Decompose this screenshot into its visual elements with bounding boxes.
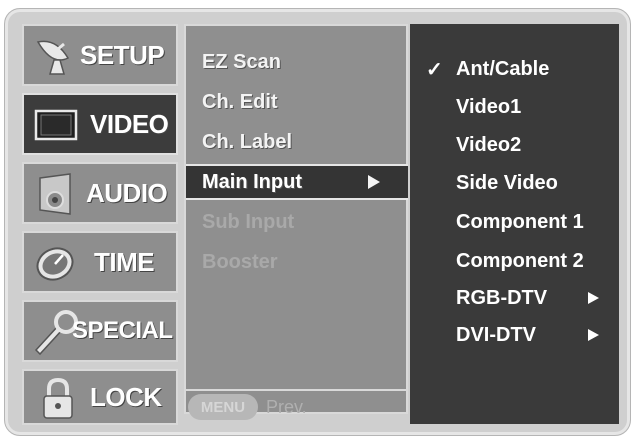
option-label: RGB-DTV: [456, 286, 548, 309]
checkmark-icon: ✓: [426, 58, 443, 81]
submenu-footer: MENU Prev.: [184, 389, 408, 423]
category-label: AUDIO: [86, 177, 168, 208]
submenu-divider: [186, 198, 408, 200]
category-label: SPECIAL: [72, 317, 173, 344]
category-time[interactable]: TIME: [22, 231, 178, 293]
category-audio[interactable]: AUDIO: [22, 162, 178, 224]
padlock-icon: [40, 377, 76, 426]
submenu-item-sub-input[interactable]: Sub Input: [186, 206, 406, 238]
satellite-dish-icon: [34, 36, 78, 81]
option-ant-cable[interactable]: ✓ Ant/Cable: [410, 51, 619, 87]
category-label: LOCK: [90, 381, 162, 412]
wrench-icon: [30, 310, 78, 361]
option-label: Video1: [456, 95, 522, 118]
submenu-item-booster[interactable]: Booster: [186, 246, 406, 278]
option-component-2[interactable]: Component 2: [410, 243, 619, 279]
arrow-right-icon: [588, 329, 599, 341]
option-dvi-dtv[interactable]: DVI-DTV: [410, 317, 619, 353]
option-video1[interactable]: Video1: [410, 89, 619, 125]
category-label: TIME: [94, 246, 155, 277]
category-label: SETUP: [80, 39, 165, 70]
category-lock[interactable]: LOCK: [22, 369, 178, 425]
screen-icon: [34, 109, 78, 146]
category-video[interactable]: VIDEO: [22, 93, 178, 155]
submenu-item-ch-label[interactable]: Ch. Label: [186, 126, 406, 158]
option-label: Component 1: [456, 210, 584, 233]
option-label: DVI-DTV: [456, 323, 536, 346]
option-side-video[interactable]: Side Video: [410, 165, 619, 201]
submenu-item-ch-edit[interactable]: Ch. Edit: [186, 86, 406, 118]
submenu-item-main-input[interactable]: Main Input: [186, 166, 408, 198]
category-setup[interactable]: SETUP: [22, 24, 178, 86]
arrow-right-icon: [588, 292, 599, 304]
option-component-1[interactable]: Component 1: [410, 204, 619, 240]
speaker-icon: [36, 172, 76, 221]
option-rgb-dtv[interactable]: RGB-DTV: [410, 280, 619, 316]
options-panel: ✓ Ant/Cable Video1 Video2 Side Video Com…: [410, 24, 619, 424]
prev-label: Prev.: [266, 396, 307, 417]
arrow-right-icon: [367, 175, 380, 189]
option-label: Side Video: [456, 171, 558, 194]
option-video2[interactable]: Video2: [410, 127, 619, 163]
option-label: Video2: [456, 133, 522, 156]
menu-button[interactable]: MENU: [188, 394, 258, 420]
category-special[interactable]: SPECIAL: [22, 300, 178, 362]
submenu-item-label: Main Input: [202, 170, 302, 193]
submenu-item-ez-scan[interactable]: EZ Scan: [186, 46, 406, 78]
option-label: Ant/Cable: [456, 57, 550, 80]
option-label: Component 2: [456, 249, 584, 272]
category-label: VIDEO: [90, 108, 169, 139]
clock-icon: [34, 243, 76, 290]
